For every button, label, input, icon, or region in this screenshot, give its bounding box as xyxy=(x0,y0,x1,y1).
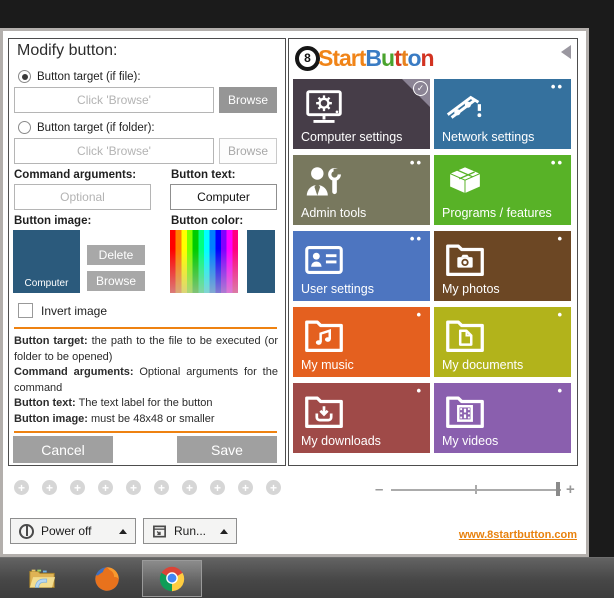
add-button[interactable]: + xyxy=(154,480,169,495)
modify-button-panel: Modify button: Button target (if file): … xyxy=(8,38,286,466)
folder-browse-button[interactable]: Browse xyxy=(219,138,277,164)
image-browse-button[interactable]: Browse xyxy=(87,271,145,291)
tile-computer-settings[interactable]: ✓ Computer settings xyxy=(293,79,430,149)
add-button[interactable]: + xyxy=(266,480,281,495)
network-settings-icon xyxy=(446,95,482,119)
help-line: Command arguments: Optional arguments fo… xyxy=(14,366,278,394)
tile-my-downloads[interactable]: • My downloads xyxy=(293,383,430,453)
file-browse-button[interactable]: Browse xyxy=(219,87,277,113)
slider-mid-tick xyxy=(475,485,477,494)
tile-my-music[interactable]: • My music xyxy=(293,307,430,377)
add-button[interactable]: + xyxy=(210,480,225,495)
caret-up-icon xyxy=(119,528,127,534)
image-preview: Computer xyxy=(13,230,80,293)
start-menu-panel: 8 Start Button ✓ Computer settings •• Ne… xyxy=(288,38,578,466)
cancel-button[interactable]: Cancel xyxy=(13,436,113,463)
add-button[interactable]: + xyxy=(14,480,29,495)
command-arguments-input[interactable] xyxy=(14,184,151,210)
selected-color-swatch xyxy=(247,230,275,293)
active-app-highlight xyxy=(142,560,202,597)
file-target-input[interactable] xyxy=(14,87,214,113)
file-target-radio[interactable] xyxy=(18,70,31,83)
invert-image-checkbox[interactable] xyxy=(18,303,33,318)
help-line: Button text: The text label for the butt… xyxy=(14,397,213,410)
admin-tools-icon xyxy=(306,167,342,196)
button-text-input[interactable] xyxy=(170,184,277,210)
panel-title: Modify button: xyxy=(17,42,118,59)
my-documents-icon xyxy=(446,320,484,353)
windows-explorer-icon[interactable] xyxy=(27,564,57,598)
add-button[interactable]: + xyxy=(182,480,197,495)
8startbutton-logo: 8 Start Button xyxy=(295,39,435,77)
8startbutton-window: Modify button: Button target (if file): … xyxy=(0,28,589,557)
programs-features-icon xyxy=(448,166,482,195)
user-settings-icon xyxy=(305,246,343,274)
tile-my-videos[interactable]: • My videos xyxy=(434,383,571,453)
tile-user-settings[interactable]: •• User settings xyxy=(293,231,430,301)
tile-programs-features[interactable]: •• Programs / features xyxy=(434,155,571,225)
desktop: Modify button: Button target (if file): … xyxy=(0,0,614,598)
power-icon xyxy=(19,523,34,539)
tile-my-photos[interactable]: • My photos xyxy=(434,231,571,301)
button-image-label: Button image: xyxy=(14,215,92,227)
folder-target-radio-row: Button target (if folder): xyxy=(18,121,155,134)
separator-bottom xyxy=(14,431,277,433)
firefox-icon[interactable] xyxy=(92,564,122,598)
add-button-row: + + + + + + + + + + xyxy=(14,480,281,495)
folder-target-radio[interactable] xyxy=(18,121,31,134)
slider-minus-label[interactable]: – xyxy=(375,481,383,498)
folder-target-input[interactable] xyxy=(14,138,214,164)
separator-top xyxy=(14,327,277,329)
computer-settings-icon xyxy=(306,90,342,123)
chrome-icon[interactable] xyxy=(157,564,187,594)
tile-admin-tools[interactable]: •• Admin tools xyxy=(293,155,430,225)
file-target-radio-row: Button target (if file): xyxy=(18,70,141,83)
add-button[interactable]: + xyxy=(98,480,113,495)
file-target-radio-label: Button target (if file): xyxy=(37,70,141,83)
add-button[interactable]: + xyxy=(126,480,141,495)
delete-image-button[interactable]: Delete xyxy=(87,245,145,265)
eight-ball-icon: 8 xyxy=(295,45,320,71)
slider-handle[interactable] xyxy=(556,482,560,496)
add-button[interactable]: + xyxy=(42,480,57,495)
image-preview-caption: Computer xyxy=(24,278,69,289)
help-line: Button image: must be 48x48 or smaller xyxy=(14,413,215,426)
add-button[interactable]: + xyxy=(238,480,253,495)
power-off-button[interactable]: Power off xyxy=(10,518,136,544)
tile-my-documents[interactable]: • My documents xyxy=(434,307,571,377)
invert-image-label: Invert image xyxy=(41,303,108,318)
logo-button: Button xyxy=(365,44,434,71)
color-picker-gradient[interactable] xyxy=(170,230,238,293)
invert-image-row: Invert image xyxy=(18,303,107,318)
check-icon: ✓ xyxy=(413,81,428,96)
run-icon xyxy=(153,525,166,537)
command-arguments-label: Command arguments: xyxy=(14,169,137,181)
tile-grid: ✓ Computer settings •• Network settings xyxy=(293,79,571,453)
run-button[interactable]: Run... xyxy=(143,518,237,544)
my-photos-icon xyxy=(446,244,484,277)
logo-start: Start xyxy=(318,44,366,71)
add-button[interactable]: + xyxy=(70,480,85,495)
tile-network-settings[interactable]: •• Network settings xyxy=(434,79,571,149)
help-text: Button target: the path to the file to b… xyxy=(14,334,278,428)
folder-target-radio-label: Button target (if folder): xyxy=(37,121,155,134)
caret-up-icon xyxy=(220,528,228,534)
button-text-label: Button text: xyxy=(171,169,236,181)
button-color-label: Button color: xyxy=(171,215,244,227)
my-videos-icon xyxy=(446,396,484,429)
help-line: Button target: the path to the file to b… xyxy=(14,335,278,363)
my-downloads-icon xyxy=(305,396,343,429)
tile-size-slider[interactable]: – + xyxy=(373,481,583,498)
slider-plus-label[interactable]: + xyxy=(566,481,575,498)
taskbar xyxy=(0,557,614,598)
save-button[interactable]: Save xyxy=(177,436,277,463)
my-music-icon xyxy=(305,320,343,353)
website-link[interactable]: www.8startbutton.com xyxy=(459,529,577,541)
collapse-arrow-icon[interactable] xyxy=(561,45,571,59)
